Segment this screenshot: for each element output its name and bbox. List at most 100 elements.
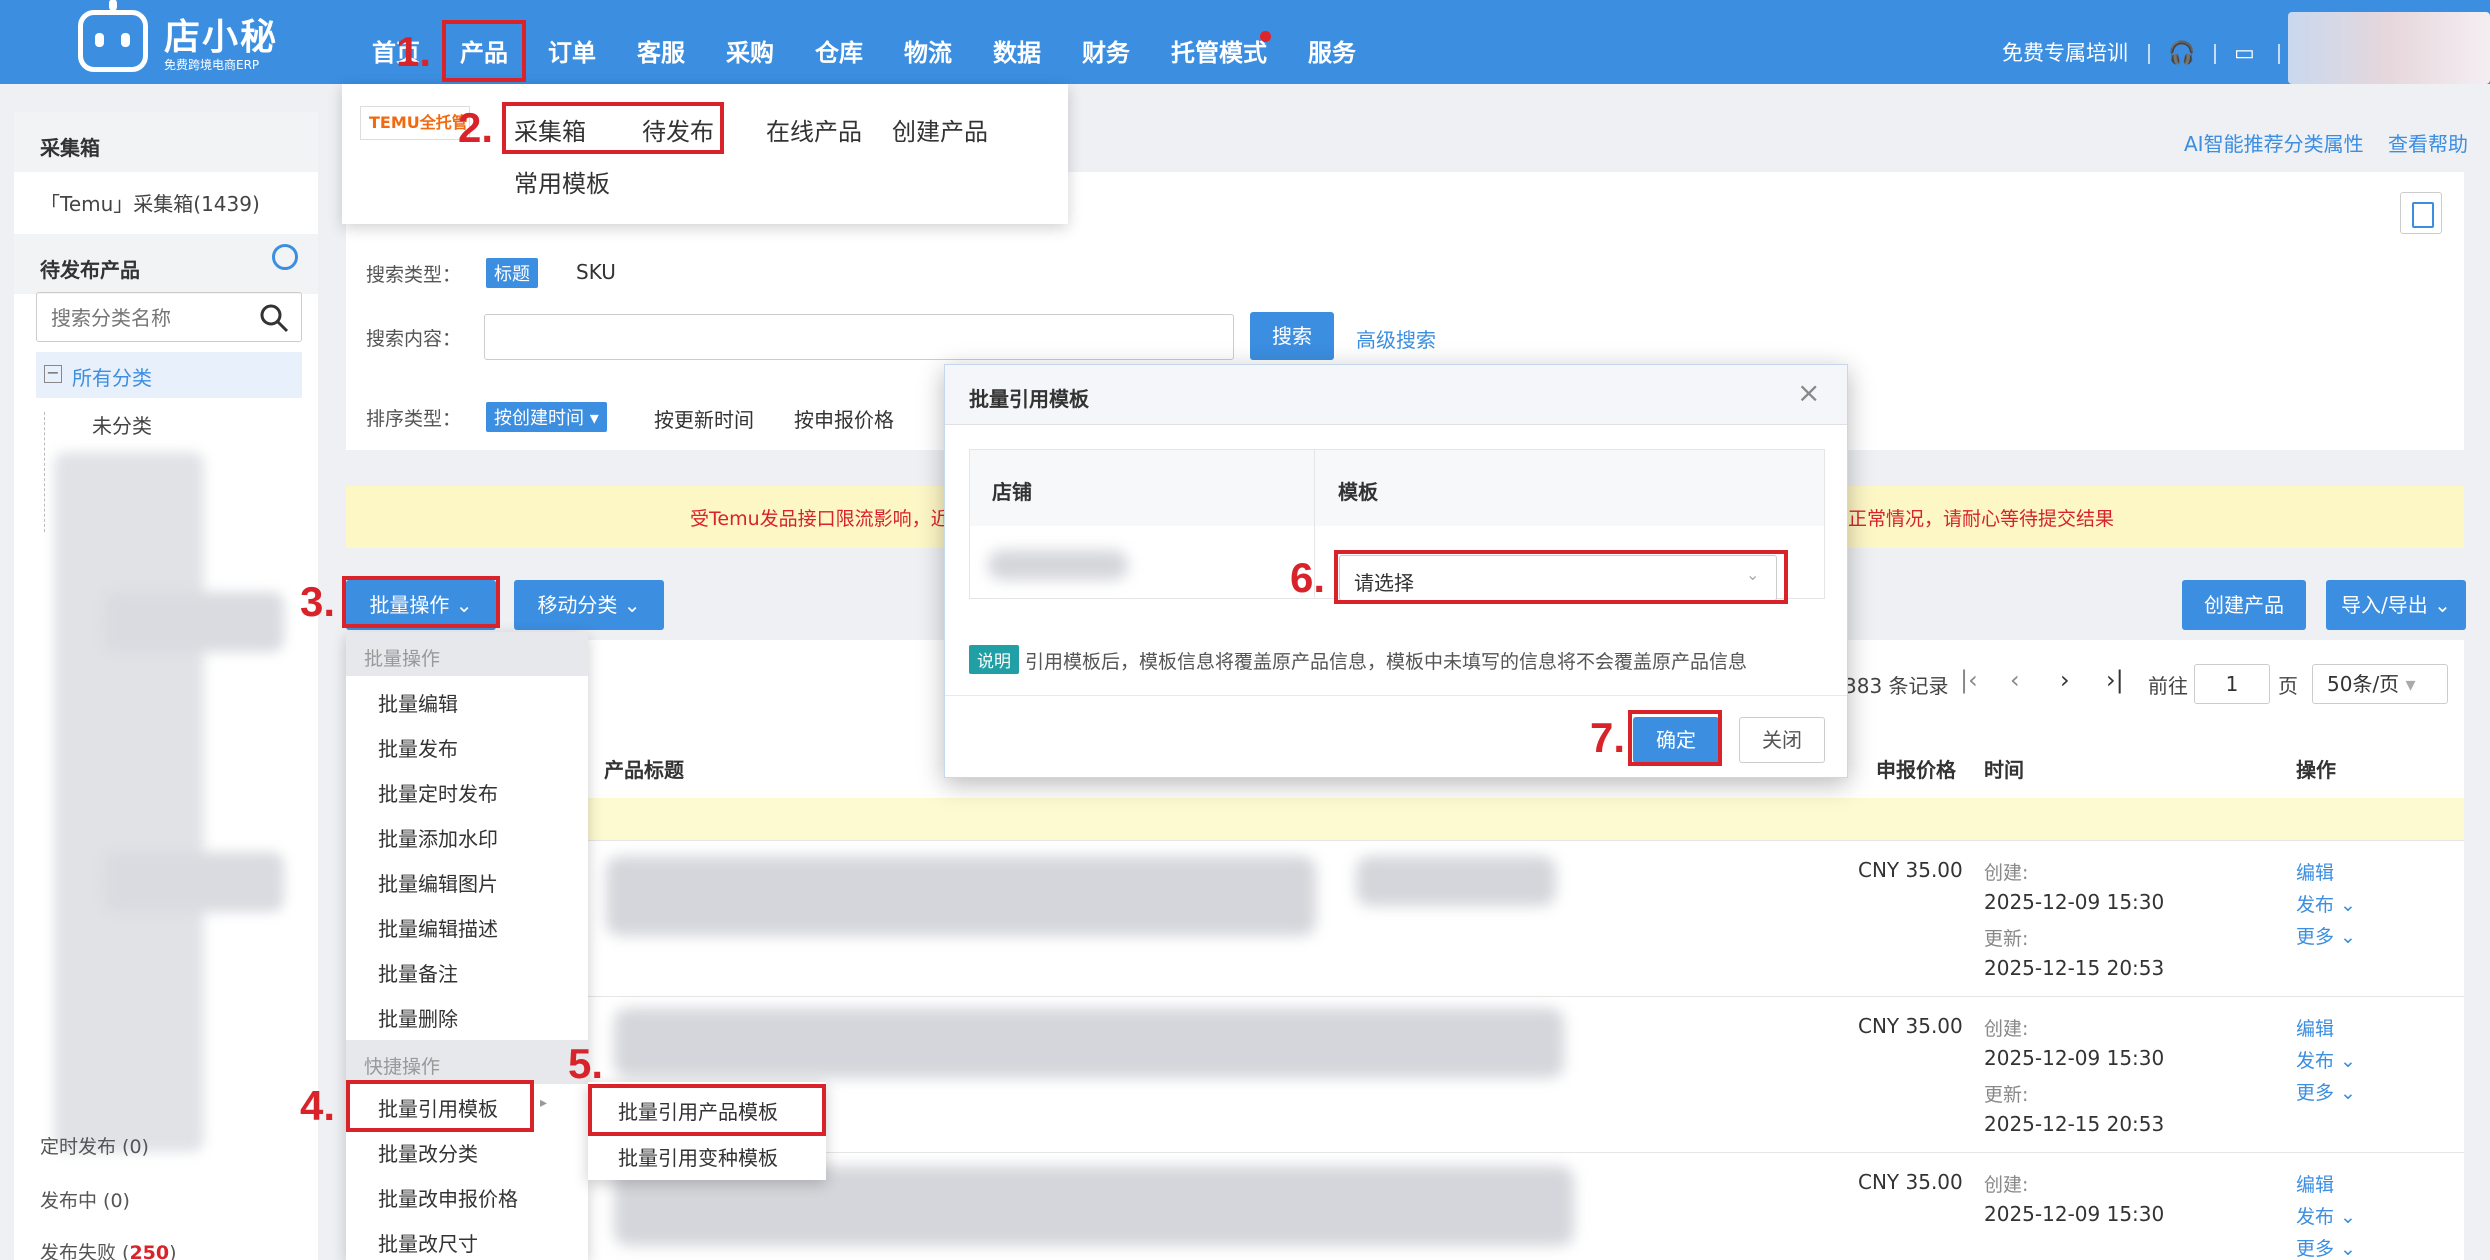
sort-by-updated[interactable]: 按更新时间: [654, 404, 754, 433]
book-icon[interactable]: ▭: [2234, 40, 2255, 68]
annotation-number-7: 7.: [1590, 714, 1626, 761]
sort-by-created[interactable]: 按创建时间 ▾: [486, 402, 607, 432]
row2-edit-link[interactable]: 编辑: [2296, 1014, 2334, 1041]
publishing-link[interactable]: 发布中 (0): [40, 1186, 130, 1213]
publish-failed-link[interactable]: 发布失败 (250): [40, 1238, 177, 1260]
row1-more-link[interactable]: 更多 ⌄: [2296, 922, 2356, 949]
sort-by-price[interactable]: 按申报价格: [794, 404, 894, 433]
user-avatar[interactable]: [2288, 12, 2490, 84]
col-time: 时间: [1984, 758, 2024, 782]
row3-edit-link[interactable]: 编辑: [2296, 1170, 2334, 1197]
menu-batch-delete[interactable]: 批量删除: [378, 1003, 458, 1032]
advanced-search-link[interactable]: 高级搜索: [1356, 324, 1436, 353]
category-search-input[interactable]: [51, 303, 251, 333]
temu-collect-box-link[interactable]: 「Temu」采集箱(1439): [40, 188, 260, 217]
layout-toggle-icon[interactable]: [2400, 192, 2442, 234]
menu-batch-watermark[interactable]: 批量添加水印: [378, 823, 498, 852]
search-icon[interactable]: [257, 301, 291, 335]
nav-finance[interactable]: 财务: [1082, 0, 1130, 84]
group-quick-ops: 快捷操作: [346, 1040, 588, 1084]
row2-publish-link[interactable]: 发布 ⌄: [2296, 1046, 2356, 1073]
tree-uncategorized[interactable]: 未分类: [92, 410, 152, 439]
menu-batch-publish[interactable]: 批量发布: [378, 733, 458, 762]
nav-orders[interactable]: 订单: [548, 0, 596, 84]
menu-batch-change-category[interactable]: 批量改分类: [378, 1138, 478, 1167]
menu-create-product[interactable]: 创建产品: [892, 112, 988, 147]
menu-common-templates[interactable]: 常用模板: [514, 164, 610, 199]
first-page-icon[interactable]: |‹: [1960, 666, 1978, 694]
nav-services[interactable]: 服务: [1308, 0, 1356, 84]
brand-logo[interactable]: 店小秘 免费跨境电商ERP: [78, 0, 276, 76]
import-export-label: 导入/导出: [2341, 593, 2428, 617]
annotation-box-1: [442, 20, 526, 82]
nav-data[interactable]: 数据: [993, 0, 1041, 84]
menu-batch-notes[interactable]: 批量备注: [378, 958, 458, 987]
row1-edit-link[interactable]: 编辑: [2296, 858, 2334, 885]
row1-publish-link[interactable]: 发布 ⌄: [2296, 890, 2356, 917]
close-button[interactable]: 关闭: [1739, 717, 1825, 763]
menu-batch-edit-images[interactable]: 批量编辑图片: [378, 868, 498, 897]
brand-tagline: 免费跨境电商ERP: [164, 58, 260, 72]
next-page-icon[interactable]: ›: [2060, 666, 2070, 694]
row2-more-link[interactable]: 更多 ⌄: [2296, 1078, 2356, 1105]
search-type-label: 搜索类型：: [366, 264, 462, 286]
row3-price: CNY 35.00: [1858, 1170, 1963, 1194]
caret-right-icon: ▸: [540, 1095, 548, 1111]
search-type-title[interactable]: 标题: [486, 258, 538, 288]
close-icon[interactable]: ×: [1797, 379, 1820, 407]
move-category-button[interactable]: 移动分类 ⌄: [514, 580, 664, 630]
nav-managed-mode[interactable]: 托管模式: [1171, 0, 1267, 84]
notification-dot: [1260, 31, 1271, 42]
menu-batch-edit[interactable]: 批量编辑: [378, 688, 458, 717]
blurred-product-title: [614, 1008, 1564, 1078]
free-training-link[interactable]: 免费专属培训: [2002, 0, 2128, 84]
headset-icon[interactable]: 🎧: [2168, 40, 2195, 68]
scheduled-publish-link[interactable]: 定时发布 (0): [40, 1132, 149, 1159]
row3-more-link[interactable]: 更多 ⌄: [2296, 1234, 2356, 1260]
nav-logistics[interactable]: 物流: [904, 0, 952, 84]
row-divider: [588, 840, 2464, 841]
help-link[interactable]: 查看帮助: [2388, 128, 2468, 157]
search-type-sku[interactable]: SKU: [576, 260, 616, 284]
annotation-box-3: [342, 576, 500, 628]
nav-purchase[interactable]: 采购: [726, 0, 774, 84]
row2-updated-label: 更新:: [1984, 1084, 2029, 1106]
menu-online-products[interactable]: 在线产品: [766, 112, 862, 147]
prev-page-icon[interactable]: ‹: [2010, 666, 2020, 694]
annotation-box-5: [588, 1084, 826, 1136]
last-page-icon[interactable]: ›|: [2106, 666, 2124, 694]
row2-price: CNY 35.00: [1858, 1014, 1963, 1038]
row-divider: [588, 1152, 2464, 1153]
notice-text-tail: 正常情况，请耐心等待提交结果: [1848, 508, 2115, 530]
search-button[interactable]: 搜索: [1250, 312, 1334, 360]
per-page-select[interactable]: 50条/页 ▾: [2312, 664, 2448, 704]
annotation-number-5: 5.: [568, 1040, 604, 1087]
page-number-input[interactable]: 1: [2194, 664, 2270, 704]
menu-batch-change-price[interactable]: 批量改申报价格: [378, 1183, 518, 1212]
note-text: 引用模板后，模板信息将覆盖原产品信息，模板中未填写的信息将不会覆盖原产品信息: [1025, 651, 1748, 673]
import-export-button[interactable]: 导入/导出 ⌄: [2326, 580, 2466, 630]
row3-publish-link[interactable]: 发布 ⌄: [2296, 1202, 2356, 1229]
annotation-box-2: [502, 102, 724, 154]
brand-name: 店小秘: [164, 17, 279, 58]
menu-apply-variant-template[interactable]: 批量引用变种模板: [618, 1142, 778, 1171]
dialog-footer-divider: [945, 695, 1847, 696]
gear-icon[interactable]: [272, 244, 298, 270]
nav-customer-service[interactable]: 客服: [637, 0, 685, 84]
page-unit: 页: [2278, 674, 2298, 698]
publish-failed-count: 250: [129, 1242, 170, 1260]
menu-batch-scheduled-publish[interactable]: 批量定时发布: [378, 778, 498, 807]
menu-batch-edit-description[interactable]: 批量编辑描述: [378, 913, 498, 942]
ai-category-link[interactable]: AI智能推荐分类属性: [2184, 128, 2364, 157]
create-product-button[interactable]: 创建产品: [2182, 580, 2306, 630]
col-actions: 操作: [2296, 758, 2336, 782]
nav-warehouse[interactable]: 仓库: [815, 0, 863, 84]
pending-products-heading: 待发布产品: [14, 234, 318, 294]
annotation-box-7: [1628, 710, 1722, 766]
search-content-input[interactable]: [484, 314, 1234, 360]
tree-all-categories[interactable]: − 所有分类: [36, 352, 302, 398]
collapse-icon[interactable]: −: [44, 365, 62, 383]
col-store: 店铺: [992, 480, 1032, 504]
per-page-value: 50条/页: [2327, 672, 2400, 696]
menu-batch-change-size[interactable]: 批量改尺寸: [378, 1228, 478, 1257]
